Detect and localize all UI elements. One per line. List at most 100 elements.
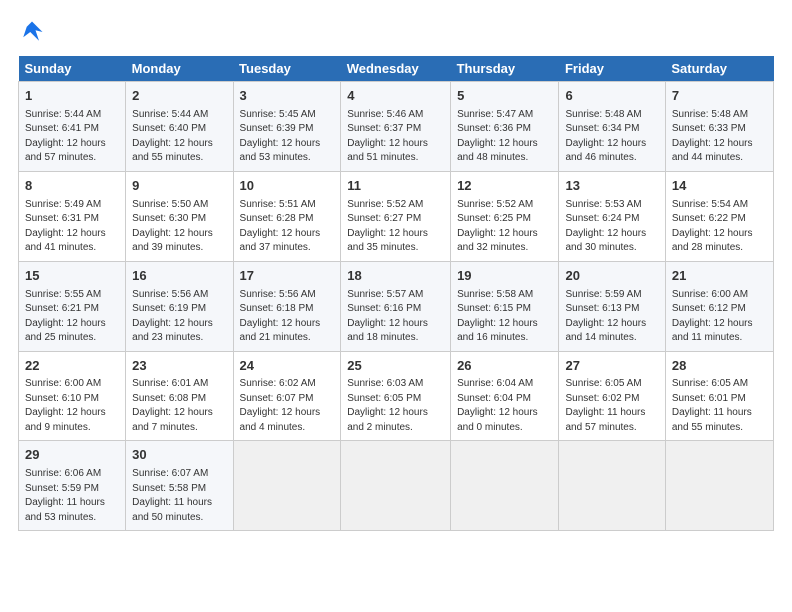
day-info: Sunrise: 5:44 AM Sunset: 6:41 PM Dayligh… [25,108,119,166]
calendar-cell: 14Sunrise: 5:54 AM Sunset: 6:22 PM Dayli… [665,171,773,261]
calendar-week-4: 22Sunrise: 6:00 AM Sunset: 6:10 PM Dayli… [19,351,774,441]
calendar-cell: 11Sunrise: 5:52 AM Sunset: 6:27 PM Dayli… [341,171,451,261]
calendar-cell: 22Sunrise: 6:00 AM Sunset: 6:10 PM Dayli… [19,351,126,441]
calendar-cell: 24Sunrise: 6:02 AM Sunset: 6:07 PM Dayli… [233,351,341,441]
header-cell-friday: Friday [559,56,665,82]
calendar-header-row: SundayMondayTuesdayWednesdayThursdayFrid… [19,56,774,82]
day-info: Sunrise: 5:58 AM Sunset: 6:15 PM Dayligh… [457,288,552,346]
calendar-cell: 16 Sunrise: 5:56 AM Sunset: 6:19 PM Dayli… [126,261,233,351]
day-info: Sunrise: 6:07 AM Sunset: 5:58 PM Dayligh… [132,467,226,525]
day-info: Sunrise: 6:05 AM Sunset: 6:01 PM Dayligh… [672,377,767,435]
day-number: 25 [347,357,444,376]
day-number: 26 [457,357,552,376]
calendar-cell: 12Sunrise: 5:52 AM Sunset: 6:25 PM Dayli… [451,171,559,261]
day-info: Sunrise: 6:06 AM Sunset: 5:59 PM Dayligh… [25,467,119,525]
day-info: Sunrise: 5:59 AM Sunset: 6:13 PM Dayligh… [565,288,658,346]
day-info: Sunrise: 5:57 AM Sunset: 6:16 PM Dayligh… [347,288,444,346]
day-info: Sunrise: 6:02 AM Sunset: 6:07 PM Dayligh… [240,377,335,435]
day-number: 18 [347,267,444,286]
day-info: Sunrise: 6:03 AM Sunset: 6:05 PM Dayligh… [347,377,444,435]
calendar-cell: 26Sunrise: 6:04 AM Sunset: 6:04 PM Dayli… [451,351,559,441]
day-info: Sunrise: 5:56 AM Sunset: 6:19 PM Dayligh… [132,288,226,346]
logo-icon [18,18,46,46]
day-info: Sunrise: 5:44 AM Sunset: 6:40 PM Dayligh… [132,108,226,166]
day-number: 7 [672,87,767,106]
day-number: 24 [240,357,335,376]
calendar-cell: 19 Sunrise: 5:58 AM Sunset: 6:15 PM Dayli… [451,261,559,351]
calendar-cell: 20 Sunrise: 5:59 AM Sunset: 6:13 PM Dayli… [559,261,665,351]
day-number: 6 [565,87,658,106]
day-number: 3 [240,87,335,106]
page: SundayMondayTuesdayWednesdayThursdayFrid… [0,0,792,541]
calendar-cell: 4 Sunrise: 5:46 AM Sunset: 6:37 PM Daylig… [341,82,451,172]
calendar-cell: 10 Sunrise: 5:51 AM Sunset: 6:28 PM Dayli… [233,171,341,261]
calendar-cell: 25Sunrise: 6:03 AM Sunset: 6:05 PM Dayli… [341,351,451,441]
header-cell-monday: Monday [126,56,233,82]
calendar-cell: 23Sunrise: 6:01 AM Sunset: 6:08 PM Dayli… [126,351,233,441]
day-number: 5 [457,87,552,106]
calendar-week-1: 1 Sunrise: 5:44 AM Sunset: 6:41 PM Daylig… [19,82,774,172]
day-number: 10 [240,177,335,196]
calendar-cell [665,441,773,531]
day-number: 13 [565,177,658,196]
calendar-cell: 6 Sunrise: 5:48 AM Sunset: 6:34 PM Daylig… [559,82,665,172]
calendar-cell: 18 Sunrise: 5:57 AM Sunset: 6:16 PM Dayli… [341,261,451,351]
day-number: 16 [132,267,226,286]
day-number: 4 [347,87,444,106]
day-number: 20 [565,267,658,286]
calendar-week-2: 8 Sunrise: 5:49 AM Sunset: 6:31 PM Daylig… [19,171,774,261]
calendar-cell [233,441,341,531]
day-info: Sunrise: 6:05 AM Sunset: 6:02 PM Dayligh… [565,377,658,435]
calendar-cell: 30 Sunrise: 6:07 AM Sunset: 5:58 PM Dayli… [126,441,233,531]
calendar-week-5: 29 Sunrise: 6:06 AM Sunset: 5:59 PM Dayli… [19,441,774,531]
day-info: Sunrise: 5:49 AM Sunset: 6:31 PM Dayligh… [25,198,119,256]
day-info: Sunrise: 5:55 AM Sunset: 6:21 PM Dayligh… [25,288,119,346]
calendar-cell: 15 Sunrise: 5:55 AM Sunset: 6:21 PM Dayli… [19,261,126,351]
day-info: Sunrise: 5:56 AM Sunset: 6:18 PM Dayligh… [240,288,335,346]
header-cell-sunday: Sunday [19,56,126,82]
header-cell-saturday: Saturday [665,56,773,82]
day-info: Sunrise: 6:04 AM Sunset: 6:04 PM Dayligh… [457,377,552,435]
calendar-cell: 5Sunrise: 5:47 AM Sunset: 6:36 PM Daylig… [451,82,559,172]
calendar-cell: 8 Sunrise: 5:49 AM Sunset: 6:31 PM Daylig… [19,171,126,261]
calendar-cell: 29 Sunrise: 6:06 AM Sunset: 5:59 PM Dayli… [19,441,126,531]
day-number: 21 [672,267,767,286]
day-number: 23 [132,357,226,376]
calendar-cell: 27Sunrise: 6:05 AM Sunset: 6:02 PM Dayli… [559,351,665,441]
day-info: Sunrise: 5:52 AM Sunset: 6:25 PM Dayligh… [457,198,552,256]
header-cell-wednesday: Wednesday [341,56,451,82]
day-info: Sunrise: 6:00 AM Sunset: 6:10 PM Dayligh… [25,377,119,435]
day-number: 29 [25,446,119,465]
day-number: 8 [25,177,119,196]
day-info: Sunrise: 5:48 AM Sunset: 6:33 PM Dayligh… [672,108,767,166]
day-number: 17 [240,267,335,286]
day-number: 30 [132,446,226,465]
day-info: Sunrise: 5:52 AM Sunset: 6:27 PM Dayligh… [347,198,444,256]
logo [18,18,50,46]
day-info: Sunrise: 5:46 AM Sunset: 6:37 PM Dayligh… [347,108,444,166]
calendar-body: 1 Sunrise: 5:44 AM Sunset: 6:41 PM Daylig… [19,82,774,531]
day-number: 27 [565,357,658,376]
day-info: Sunrise: 5:45 AM Sunset: 6:39 PM Dayligh… [240,108,335,166]
calendar-cell: 28Sunrise: 6:05 AM Sunset: 6:01 PM Dayli… [665,351,773,441]
header-cell-thursday: Thursday [451,56,559,82]
calendar-cell: 2 Sunrise: 5:44 AM Sunset: 6:40 PM Daylig… [126,82,233,172]
day-info: Sunrise: 5:51 AM Sunset: 6:28 PM Dayligh… [240,198,335,256]
day-number: 2 [132,87,226,106]
day-number: 1 [25,87,119,106]
day-info: Sunrise: 5:50 AM Sunset: 6:30 PM Dayligh… [132,198,226,256]
calendar-table: SundayMondayTuesdayWednesdayThursdayFrid… [18,56,774,531]
day-number: 22 [25,357,119,376]
day-number: 9 [132,177,226,196]
calendar-week-3: 15 Sunrise: 5:55 AM Sunset: 6:21 PM Dayli… [19,261,774,351]
calendar-cell: 17 Sunrise: 5:56 AM Sunset: 6:18 PM Dayli… [233,261,341,351]
day-number: 28 [672,357,767,376]
calendar-cell: 7 Sunrise: 5:48 AM Sunset: 6:33 PM Daylig… [665,82,773,172]
day-info: Sunrise: 5:48 AM Sunset: 6:34 PM Dayligh… [565,108,658,166]
calendar-cell: 1 Sunrise: 5:44 AM Sunset: 6:41 PM Daylig… [19,82,126,172]
calendar-cell: 9 Sunrise: 5:50 AM Sunset: 6:30 PM Daylig… [126,171,233,261]
day-info: Sunrise: 6:01 AM Sunset: 6:08 PM Dayligh… [132,377,226,435]
day-number: 19 [457,267,552,286]
day-number: 15 [25,267,119,286]
calendar-cell: 21Sunrise: 6:00 AM Sunset: 6:12 PM Dayli… [665,261,773,351]
